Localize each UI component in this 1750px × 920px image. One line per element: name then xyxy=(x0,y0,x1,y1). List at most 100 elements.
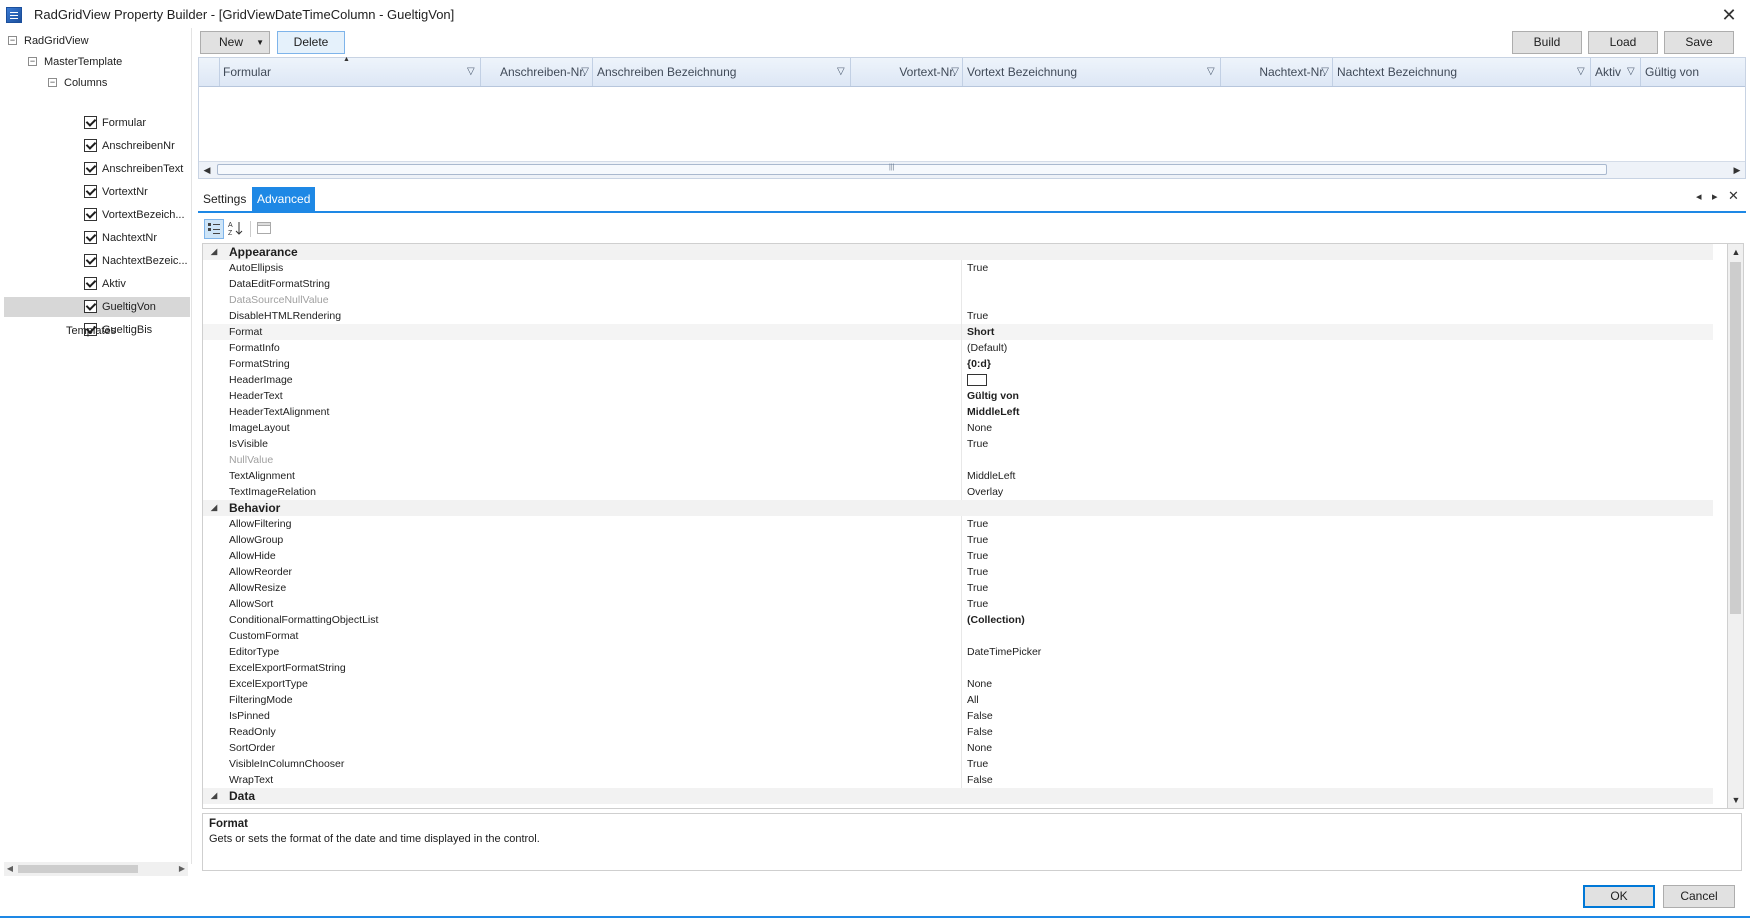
property-row[interactable]: AllowReorder True xyxy=(203,564,1713,580)
column-visible-checkbox[interactable] xyxy=(84,254,97,267)
property-value[interactable]: DateTimePicker xyxy=(967,644,1041,660)
new-dropdown-button[interactable]: New ▼ xyxy=(200,31,270,54)
property-row[interactable]: DataEditFormatString xyxy=(203,276,1713,292)
property-row[interactable]: Format Short xyxy=(203,324,1713,340)
close-icon[interactable]: ✕ xyxy=(1717,3,1741,27)
property-row[interactable]: DisableHTMLRendering True xyxy=(203,308,1713,324)
collapse-icon[interactable]: − xyxy=(28,57,37,66)
property-row[interactable]: AllowResize True xyxy=(203,580,1713,596)
property-row[interactable]: WrapText False xyxy=(203,772,1713,788)
property-row[interactable]: ReadOnly False xyxy=(203,724,1713,740)
scrollbar-thumb[interactable] xyxy=(217,164,1607,175)
tree-node-templates[interactable]: Templates xyxy=(66,321,116,341)
collapse-icon[interactable]: − xyxy=(8,36,17,45)
property-category[interactable]: ◢ Data xyxy=(203,788,1713,804)
property-value[interactable]: False xyxy=(967,724,993,740)
collapse-icon[interactable]: ◢ xyxy=(211,788,217,804)
tab-scroll-right-icon[interactable]: ▸ xyxy=(1712,190,1718,203)
property-row[interactable]: ConditionalFormattingObjectList (Collecti… xyxy=(203,612,1713,628)
property-category[interactable]: ◢ Appearance xyxy=(203,244,1713,260)
property-row[interactable]: FormatInfo (Default) xyxy=(203,340,1713,356)
tab-scroll-left-icon[interactable]: ◂ xyxy=(1696,190,1702,203)
column-visible-checkbox[interactable] xyxy=(84,208,97,221)
property-value[interactable]: True xyxy=(967,308,988,324)
property-grid-vertical-scrollbar[interactable]: ▲ ▼ xyxy=(1728,243,1744,809)
filter-icon[interactable]: ▽ xyxy=(1319,67,1329,77)
filter-icon[interactable]: ▽ xyxy=(1577,67,1587,77)
property-value[interactable]: (Collection) xyxy=(967,612,1025,628)
property-value[interactable]: None xyxy=(967,740,992,756)
property-row[interactable]: ExcelExportFormatString xyxy=(203,660,1713,676)
property-value[interactable]: True xyxy=(967,596,988,612)
property-row[interactable]: CustomFormat xyxy=(203,628,1713,644)
grid-column-header[interactable]: Formular ▽ xyxy=(219,58,481,86)
filter-icon[interactable]: ▽ xyxy=(1627,67,1637,77)
property-value[interactable]: None xyxy=(967,420,992,436)
grid-column-header[interactable]: Gültig von▽ xyxy=(1641,58,1750,86)
column-visible-checkbox[interactable] xyxy=(84,116,97,129)
property-value[interactable]: True xyxy=(967,516,988,532)
property-row[interactable]: VisibleInColumnChooser True xyxy=(203,756,1713,772)
property-row[interactable]: FormatString {0:d} xyxy=(203,356,1713,372)
column-visible-checkbox[interactable] xyxy=(84,139,97,152)
property-value[interactable]: Short xyxy=(967,324,994,340)
tree-horizontal-scrollbar[interactable]: ◀ ▶ xyxy=(4,862,188,876)
column-visible-checkbox[interactable] xyxy=(84,162,97,175)
preview-grid[interactable]: Formular ▽ Anschreiben-Nr. ▽ Anschreiben Bez… xyxy=(198,56,1746,179)
scrollbar-thumb[interactable] xyxy=(18,865,138,873)
grid-column-header[interactable]: Nachtext-Nr. ▽ xyxy=(1221,58,1333,86)
property-row[interactable]: AllowGroup True xyxy=(203,532,1713,548)
grid-column-header[interactable]: Vortext Bezeichnung ▽ xyxy=(963,58,1221,86)
property-value[interactable]: Gültig von xyxy=(967,388,1019,404)
property-grid[interactable]: ◢ Appearance AutoEllipsis True DataEditForma… xyxy=(202,243,1728,809)
property-value[interactable]: (Default) xyxy=(967,340,1007,356)
property-row[interactable]: AutoEllipsis True xyxy=(203,260,1713,276)
grid-column-header[interactable]: Nachtext Bezeichnung ▽ xyxy=(1333,58,1591,86)
ok-button[interactable]: OK xyxy=(1583,885,1655,908)
property-value[interactable]: MiddleLeft xyxy=(967,404,1020,420)
property-value[interactable]: True xyxy=(967,260,988,276)
tab-advanced[interactable]: Advanced xyxy=(252,187,316,211)
grid-column-header[interactable]: Anschreiben-Nr. ▽ xyxy=(481,58,593,86)
property-value[interactable]: MiddleLeft xyxy=(967,468,1015,484)
cancel-button[interactable]: Cancel xyxy=(1663,885,1735,908)
property-row[interactable]: AllowHide True xyxy=(203,548,1713,564)
column-visible-checkbox[interactable] xyxy=(84,300,97,313)
build-button[interactable]: Build xyxy=(1512,31,1582,54)
filter-icon[interactable]: ▽ xyxy=(949,67,959,77)
scroll-up-icon[interactable]: ▲ xyxy=(1728,244,1744,260)
property-row[interactable]: NullValue xyxy=(203,452,1713,468)
scrollbar-thumb[interactable] xyxy=(1730,262,1741,614)
scroll-down-icon[interactable]: ▼ xyxy=(1728,792,1744,808)
column-visible-checkbox[interactable] xyxy=(84,185,97,198)
save-button[interactable]: Save xyxy=(1664,31,1734,54)
property-value[interactable]: True xyxy=(967,564,988,580)
property-row[interactable]: TextImageRelation Overlay xyxy=(203,484,1713,500)
sort-alphabetical-icon[interactable]: AZ xyxy=(226,219,246,239)
filter-icon[interactable]: ▽ xyxy=(579,67,589,77)
grid-column-header[interactable]: Vortext-Nr. ▽ xyxy=(851,58,963,86)
property-value[interactable]: None xyxy=(967,676,992,692)
scroll-right-icon[interactable]: ▶ xyxy=(1729,162,1745,178)
property-value[interactable]: {0:d} xyxy=(967,356,991,372)
delete-button[interactable]: Delete xyxy=(277,31,345,54)
property-row[interactable]: IsPinned False xyxy=(203,708,1713,724)
collapse-icon[interactable]: ◢ xyxy=(211,244,217,260)
property-value[interactable] xyxy=(967,372,987,388)
tab-settings[interactable]: Settings xyxy=(198,187,251,211)
property-value[interactable]: True xyxy=(967,532,988,548)
property-value[interactable]: False xyxy=(967,708,993,724)
property-value[interactable]: True xyxy=(967,436,988,452)
property-row[interactable]: IsVisible True xyxy=(203,436,1713,452)
property-pages-icon[interactable] xyxy=(254,219,274,239)
collapse-icon[interactable]: ◢ xyxy=(211,500,217,516)
collapse-icon[interactable]: − xyxy=(48,78,57,87)
property-row[interactable]: EditorType DateTimePicker xyxy=(203,644,1713,660)
property-category[interactable]: ◢ Behavior xyxy=(203,500,1713,516)
property-row[interactable]: FilteringMode All xyxy=(203,692,1713,708)
property-row[interactable]: DataSourceNullValue xyxy=(203,292,1713,308)
property-value[interactable]: False xyxy=(967,772,993,788)
grid-column-header[interactable]: Anschreiben Bezeichnung ▽ xyxy=(593,58,851,86)
filter-icon[interactable]: ▽ xyxy=(467,67,477,77)
scroll-right-icon[interactable]: ▶ xyxy=(176,862,188,876)
